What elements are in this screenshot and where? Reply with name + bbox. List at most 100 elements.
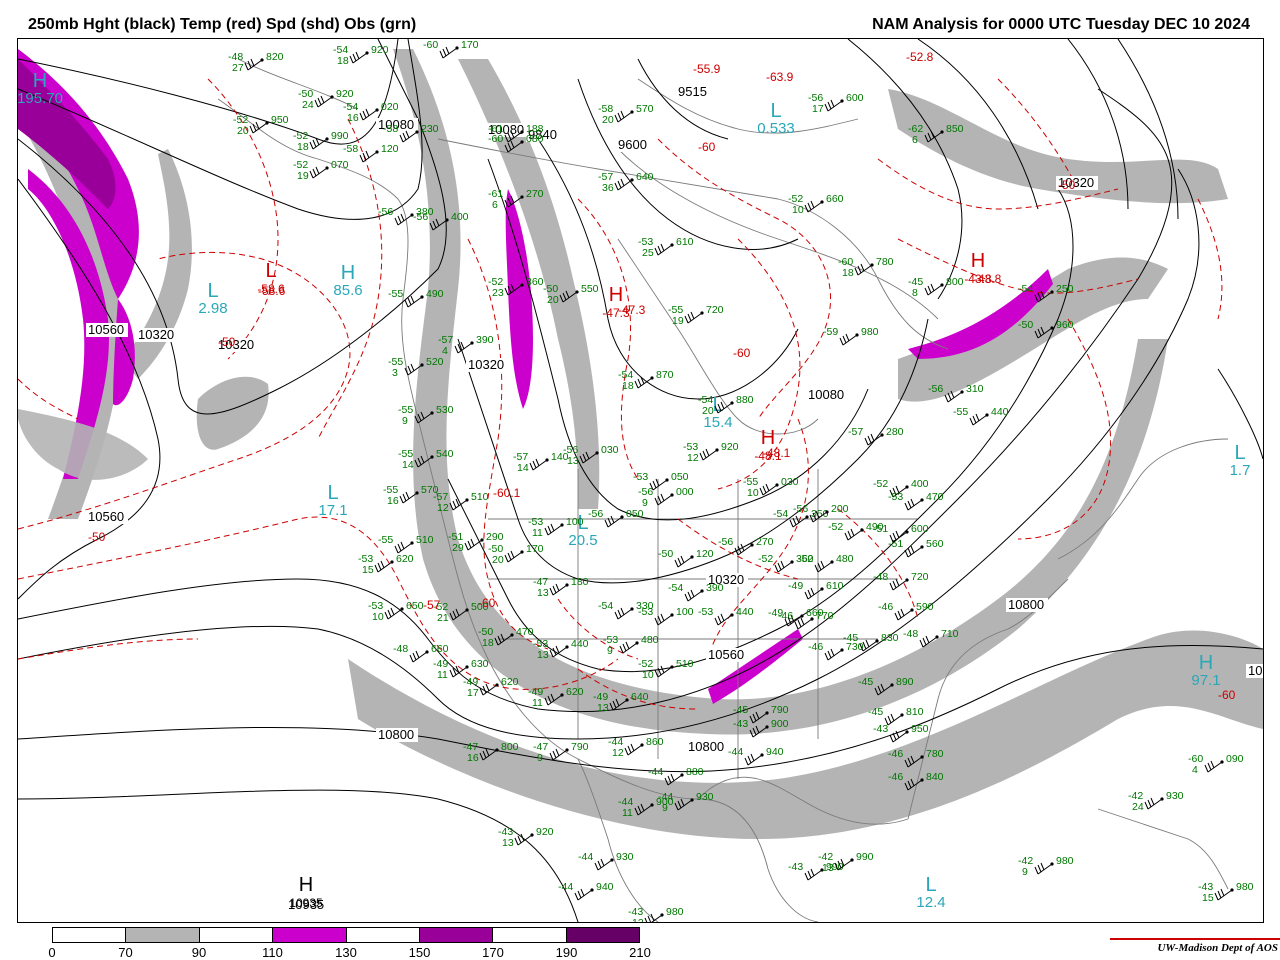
- obs-speed: 9: [662, 802, 668, 814]
- obs-speed: 3: [392, 367, 398, 379]
- station-plot: -49 63011: [433, 658, 489, 681]
- obs-temperature: -55: [388, 288, 403, 300]
- station-plot: -52 07019: [293, 159, 349, 182]
- obs-height: 870: [656, 369, 674, 381]
- obs-height: 390: [476, 334, 494, 346]
- obs-speed: 13: [537, 649, 549, 661]
- obs-temperature: -50: [658, 548, 673, 560]
- obs-temperature: -54: [598, 600, 613, 612]
- wind-barb: [804, 200, 823, 213]
- obs-speed: 13: [537, 587, 549, 599]
- obs-speed: 9: [402, 415, 408, 427]
- legend-swatch: [199, 928, 274, 942]
- wind-barb: [604, 515, 623, 528]
- obs-temperature: -56: [378, 206, 393, 218]
- obs-speed: 10: [642, 669, 654, 681]
- obs-temperature: -52: [798, 553, 813, 565]
- obs-temperature: -58: [383, 123, 398, 135]
- center-value: 17.1: [318, 502, 347, 519]
- station-plot: -53 470: [888, 491, 944, 511]
- height-contour-label: 10800: [378, 727, 414, 742]
- legend-swatch: [493, 928, 567, 942]
- obs-temperature: -44: [728, 746, 743, 758]
- obs-height: 840: [926, 771, 944, 783]
- credit-text: UW-Madison Dept of AOS: [1157, 942, 1278, 954]
- obs-speed: 20: [492, 554, 504, 566]
- obs-height: 780: [876, 256, 894, 268]
- obs-height: 030: [601, 444, 619, 456]
- obs-height: 250: [1056, 283, 1074, 295]
- center-letter: H: [1199, 652, 1213, 674]
- obs-height: 890: [896, 676, 914, 688]
- obs-speed: 9: [537, 752, 543, 764]
- obs-height: 640: [631, 691, 649, 703]
- legend-tick-label: 90: [191, 945, 207, 960]
- height-contour-label: 10080: [808, 387, 844, 402]
- obs-temperature: -53: [698, 606, 713, 618]
- obs-temperature: -45: [858, 676, 873, 688]
- obs-height: 720: [706, 304, 724, 316]
- station-plot: -58 57020: [598, 103, 654, 126]
- obs-height: 950: [271, 114, 289, 126]
- temperature-contour-label: -55.9: [693, 62, 721, 76]
- obs-height: 530: [436, 404, 454, 416]
- obs-height: 390: [706, 582, 724, 594]
- station-plot: -55 72019: [668, 304, 724, 327]
- obs-temperature: -58: [343, 143, 358, 155]
- obs-height: 790: [771, 704, 789, 716]
- obs-height: 100: [566, 516, 584, 528]
- obs-temperature: -56: [718, 536, 733, 548]
- station-plot: -53 61025: [638, 236, 694, 259]
- station-plot: -42 99013: [818, 851, 874, 874]
- obs-height: 600: [846, 92, 864, 104]
- obs-speed: 18: [842, 267, 854, 279]
- station-plot: -54 92018: [333, 44, 389, 67]
- obs-speed: 12: [632, 917, 644, 922]
- station-plot: -52 99018: [293, 130, 349, 153]
- obs-height: 930: [696, 791, 714, 803]
- obs-speed: 20: [547, 294, 559, 306]
- obs-temperature: -44: [648, 766, 663, 778]
- obs-height: 470: [516, 626, 534, 638]
- obs-temperature: -54: [668, 582, 683, 594]
- station-plot: -53 65010: [368, 600, 424, 623]
- legend-swatch: [53, 928, 127, 942]
- wind-barb: [969, 413, 988, 426]
- obs-height: 440: [571, 638, 589, 650]
- wind-barb: [674, 555, 693, 568]
- obs-height: 990: [856, 851, 874, 863]
- center-value: 0.533: [757, 120, 795, 137]
- obs-speed: 12: [612, 747, 624, 759]
- obs-temperature: -55: [378, 534, 393, 546]
- obs-height: 120: [696, 548, 714, 560]
- obs-height: 170: [526, 543, 544, 555]
- obs-temperature: -53: [633, 471, 648, 483]
- wind-barb: [439, 46, 458, 59]
- wind-barb: [644, 913, 663, 922]
- station-plot: -42 93024: [1128, 790, 1184, 813]
- legend-tick-label: 210: [629, 945, 651, 960]
- obs-temperature: -54: [1018, 283, 1033, 295]
- obs-height: 980: [1236, 881, 1254, 893]
- obs-speed: 4: [1192, 764, 1198, 776]
- obs-speed: 11: [532, 527, 543, 539]
- obs-height: 850: [946, 123, 964, 135]
- station-plot: -53 440: [698, 606, 754, 626]
- obs-height: 480: [836, 553, 854, 565]
- obs-speed: 36: [602, 182, 614, 194]
- wind-barb: [594, 858, 613, 871]
- obs-temperature: -44: [578, 851, 593, 863]
- wind-barb: [1214, 888, 1233, 901]
- obs-temperature: -52: [873, 478, 888, 490]
- height-contour-label: 10320: [468, 357, 504, 372]
- obs-speed: 18: [297, 141, 309, 153]
- temperature-contour-label: -60.1: [493, 486, 521, 500]
- obs-speed: 29: [452, 542, 464, 554]
- obs-temperature: -45: [843, 632, 858, 644]
- center-value: -47.3: [602, 306, 630, 320]
- station-plot: -45 8008: [908, 276, 964, 299]
- height-contour-label: 10800: [688, 739, 724, 754]
- obs-speed: 18: [482, 637, 494, 649]
- station-plot: -4398012: [628, 906, 684, 922]
- station-plot: -53 4809: [603, 634, 659, 657]
